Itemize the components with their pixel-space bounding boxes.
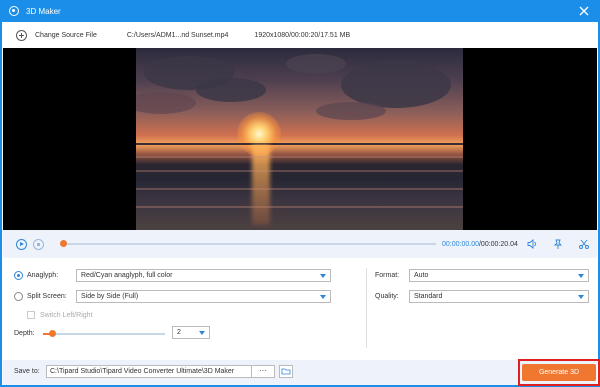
- split-screen-radio[interactable]: [14, 292, 23, 301]
- folder-icon[interactable]: [279, 365, 293, 378]
- anaglyph-label: Anaglyph:: [27, 272, 59, 279]
- generate-3d-button[interactable]: Generate 3D: [522, 364, 596, 381]
- playback-controls: 00:00:00.00/00:00:20.04: [3, 230, 597, 258]
- pin-icon[interactable]: [552, 238, 564, 250]
- settings-panel: Anaglyph: Red/Cyan anaglyph, full color …: [3, 258, 597, 360]
- anaglyph-select[interactable]: Red/Cyan anaglyph, full color: [76, 269, 331, 282]
- switch-left-right-label: Switch Left/Right: [40, 312, 93, 319]
- source-file-info: 1920x1080/00:00:20/17.51 MB: [254, 31, 351, 39]
- anaglyph-radio[interactable]: [14, 271, 23, 280]
- play-icon[interactable]: [16, 238, 27, 250]
- output-bar: Save to: C:\Tipard Studio\Tipard Video C…: [3, 359, 600, 386]
- stop-icon[interactable]: [33, 238, 44, 250]
- video-preview: [3, 48, 597, 230]
- chevron-down-icon: [578, 295, 584, 299]
- scissors-icon[interactable]: [578, 238, 590, 250]
- source-toolbar: Change Source File C:/Users/ADM1...nd Su…: [2, 22, 598, 48]
- chevron-down-icon: [578, 274, 584, 278]
- depth-value: 2: [177, 329, 181, 336]
- preview-frame: [136, 48, 463, 230]
- save-to-label: Save to:: [14, 368, 40, 375]
- switch-left-right-checkbox[interactable]: [27, 311, 35, 319]
- volume-icon[interactable]: [526, 238, 538, 250]
- chevron-down-icon: [320, 295, 326, 299]
- split-screen-select-value: Side by Side (Full): [81, 293, 139, 300]
- split-screen-label: Split Screen:: [27, 293, 67, 300]
- app-logo-icon: [9, 6, 19, 16]
- chevron-down-icon: [320, 274, 326, 278]
- quality-select[interactable]: Standard: [409, 290, 589, 303]
- depth-slider-handle[interactable]: [48, 330, 56, 337]
- title-bar: 3D Maker: [0, 0, 600, 22]
- format-label: Format:: [375, 272, 400, 279]
- change-source-button[interactable]: Change Source File: [35, 32, 97, 39]
- anaglyph-select-value: Red/Cyan anaglyph, full color: [81, 272, 173, 279]
- progress-slider[interactable]: [60, 240, 436, 247]
- chevron-down-icon: [199, 331, 205, 335]
- save-path-field[interactable]: C:\Tipard Studio\Tipard Video Converter …: [46, 365, 273, 378]
- save-path-value: C:\Tipard Studio\Tipard Video Converter …: [50, 368, 235, 375]
- depth-label: Depth:: [14, 330, 35, 337]
- time-display: 00:00:00.00/00:00:20.04: [442, 240, 518, 248]
- panel-divider: [366, 268, 367, 348]
- progress-handle[interactable]: [60, 240, 67, 247]
- format-select[interactable]: Auto: [409, 269, 589, 282]
- format-select-value: Auto: [414, 272, 429, 279]
- depth-slider[interactable]: [43, 330, 165, 337]
- quality-select-value: Standard: [414, 293, 443, 300]
- close-icon[interactable]: [577, 4, 591, 18]
- browse-button[interactable]: ···: [251, 365, 275, 378]
- depth-stepper[interactable]: 2: [172, 326, 210, 339]
- add-circle-icon[interactable]: [16, 29, 27, 41]
- quality-label: Quality:: [375, 293, 399, 300]
- window-title: 3D Maker: [26, 6, 61, 16]
- source-file-path: C:/Users/ADM1...nd Sunset.mp4: [126, 31, 229, 39]
- split-screen-select[interactable]: Side by Side (Full): [76, 290, 331, 303]
